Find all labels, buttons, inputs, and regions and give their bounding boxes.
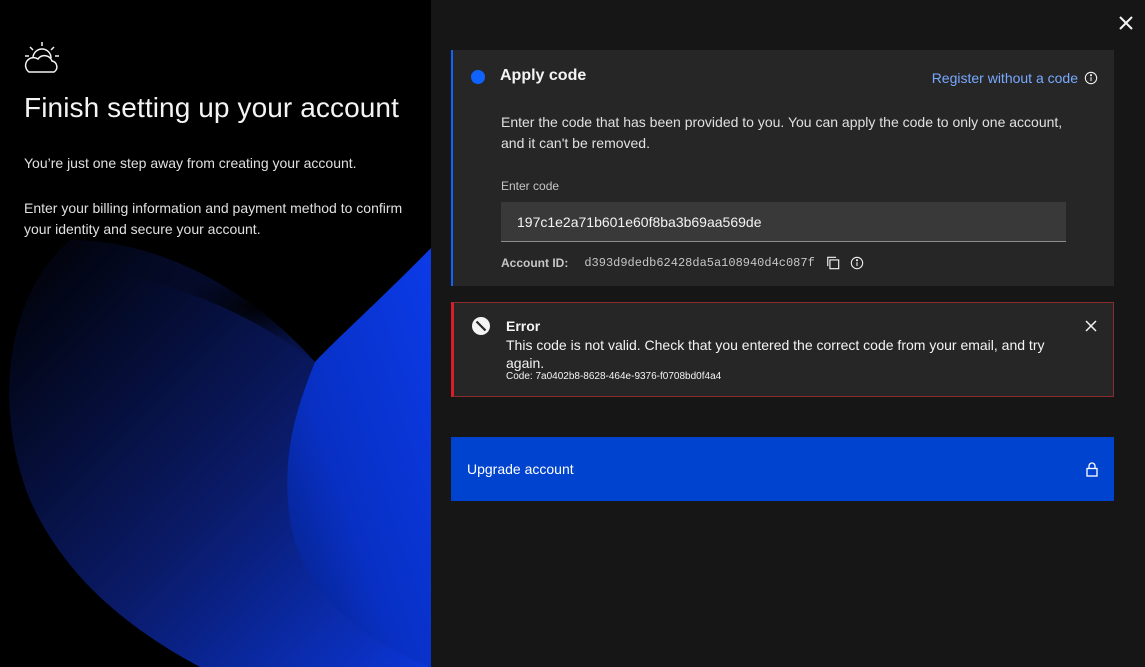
error-code: Code: 7a0402b8-8628-464e-9376-f0708bd0f4… (506, 371, 722, 382)
error-filled-icon (472, 317, 490, 335)
upgrade-account-label: Upgrade account (467, 461, 574, 477)
error-title: Error (506, 318, 541, 334)
signup-modal: Finish setting up your account You’re ju… (0, 0, 1145, 667)
register-without-code-link[interactable]: Register without a code (932, 70, 1098, 86)
error-message: This code is not valid. Check that you e… (506, 337, 1045, 371)
left-panel: Finish setting up your account You’re ju… (0, 0, 431, 667)
upgrade-account-button[interactable]: Upgrade account (451, 437, 1114, 501)
account-id-label: Account ID: (501, 256, 569, 270)
copy-account-id-button[interactable] (823, 253, 843, 273)
dismiss-error-button[interactable] (1083, 318, 1099, 334)
info-icon (850, 256, 863, 270)
cloud-sun-icon (24, 42, 59, 73)
copy-icon (826, 256, 840, 270)
code-input[interactable] (501, 202, 1066, 242)
account-id-value: d393d9dedb62428da5a108940d4c087f (584, 256, 815, 270)
intro-text: You’re just one step away from creating … (24, 155, 357, 171)
info-icon (1084, 71, 1098, 85)
apply-code-card: Apply code Register without a code Enter… (451, 50, 1114, 286)
step-indicator-dot (471, 70, 485, 84)
error-notification: Error This code is not valid. Check that… (451, 302, 1114, 397)
apply-code-description: Enter the code that has been provided to… (501, 114, 1063, 151)
billing-info-text: Enter your billing information and payme… (24, 200, 403, 237)
account-id-info-button[interactable] (847, 253, 867, 273)
register-link-label: Register without a code (931, 70, 1078, 86)
close-icon (1119, 16, 1133, 30)
lock-icon (1086, 461, 1098, 477)
apply-code-title: Apply code (500, 67, 587, 84)
account-id-row: Account ID: d393d9dedb62428da5a108940d4c… (501, 253, 871, 273)
right-panel: Apply code Register without a code Enter… (431, 0, 1145, 667)
page-title: Finish setting up your account (24, 92, 399, 123)
enter-code-label: Enter code (501, 179, 560, 193)
close-modal-button[interactable] (1115, 12, 1137, 34)
